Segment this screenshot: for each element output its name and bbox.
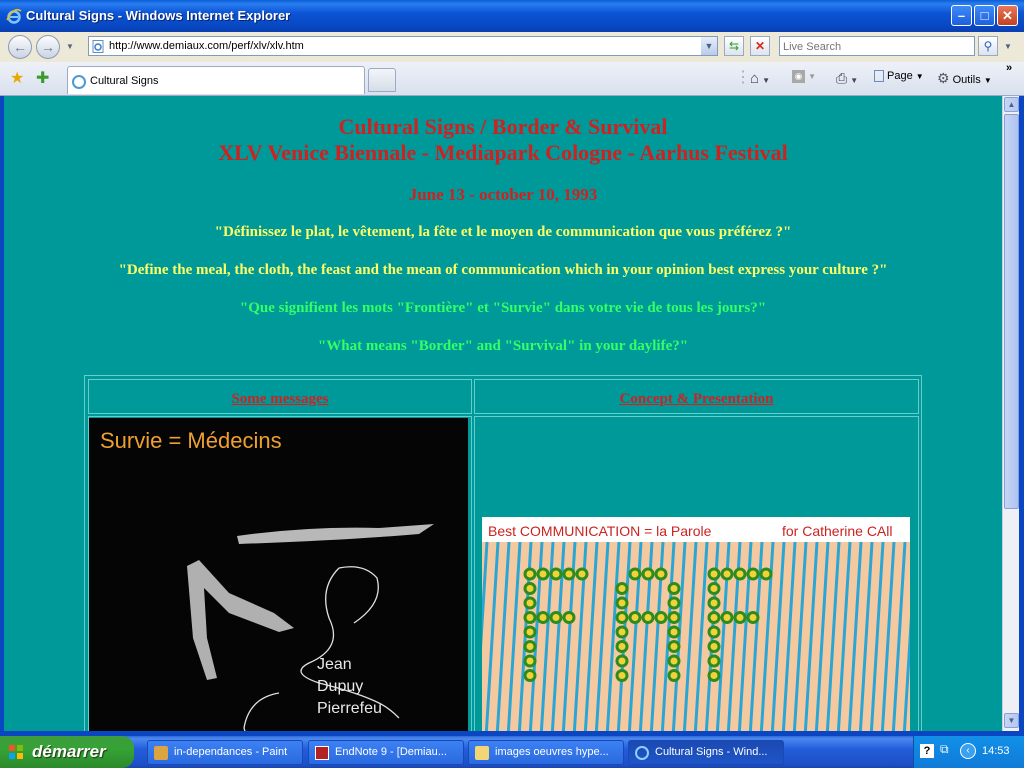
page-menu-label: Page xyxy=(887,70,913,82)
page-dates: June 13 - october 10, 1993 xyxy=(408,185,598,204)
rss-feed-icon: ◉ xyxy=(792,70,805,83)
taskbar-item-ie[interactable]: Cultural Signs - Wind... xyxy=(628,740,784,765)
search-options-icon[interactable]: ▼ xyxy=(1004,42,1012,51)
minimize-button[interactable]: – xyxy=(951,5,972,26)
address-bar[interactable]: http://www.demiaux.com/perf/xlv/xlv.htm … xyxy=(88,36,718,56)
help-icon[interactable]: ? xyxy=(920,744,934,758)
taskbar-item-paint[interactable]: in-dependances - Paint xyxy=(147,740,303,765)
dot-pattern-illustration xyxy=(482,542,910,731)
search-input[interactable] xyxy=(783,39,968,55)
artist-name-line2: Dupuy xyxy=(317,678,364,695)
print-button[interactable]: ⎙ ▼ xyxy=(836,70,858,87)
taskbar-item-endnote[interactable]: EndNote 9 - [Demiau... xyxy=(308,740,464,765)
artwork-caption-right: for Catherine CAll xyxy=(782,523,893,539)
artwork-best-communication[interactable]: Best COMMUNICATION = la Parole for Cathe… xyxy=(482,517,910,731)
start-button[interactable]: démarrer xyxy=(0,736,134,768)
refresh-icon: ⇆ xyxy=(728,39,740,53)
some-messages-link[interactable]: Some messages xyxy=(89,391,471,408)
system-tray: ? ⧉ ‹ 14:53 xyxy=(913,736,1024,768)
artist-name-line3: Pierrefeu xyxy=(317,700,382,717)
display-icon[interactable]: ⧉ xyxy=(940,742,949,757)
page-subtitle: XLV Venice Biennale - Mediapark Cologne … xyxy=(218,140,788,165)
address-dropdown-icon[interactable]: ▼ xyxy=(701,37,717,55)
bandage-shapes-illustration xyxy=(187,524,434,731)
forward-arrow-icon: → xyxy=(41,39,55,55)
vertical-scrollbar[interactable]: ▲ ▼ xyxy=(1002,96,1019,731)
artwork-survie-medecins[interactable]: Survie = Médecins Jean Dupuy Pierrefeu xyxy=(89,418,468,731)
tools-menu-label: Outils xyxy=(952,74,981,86)
taskbar-item-label: Cultural Signs - Wind... xyxy=(655,746,768,758)
start-label: démarrer xyxy=(32,742,106,761)
taskbar-item-label: images oeuvres hype... xyxy=(495,746,609,758)
address-url[interactable]: http://www.demiaux.com/perf/xlv/xlv.htm xyxy=(109,40,304,52)
forward-button[interactable]: → xyxy=(36,35,60,59)
address-toolbar: ← → ▼ http://www.demiaux.com/perf/xlv/xl… xyxy=(0,32,1024,62)
refresh-button[interactable]: ⇆ xyxy=(724,36,744,56)
endnote-icon xyxy=(315,746,329,760)
tab-label: Cultural Signs xyxy=(90,75,159,87)
tab-cultural-signs[interactable]: Cultural Signs xyxy=(67,66,365,94)
taskbar-item-folder[interactable]: images oeuvres hype... xyxy=(468,740,624,765)
toolbar-overflow-icon[interactable]: » xyxy=(1006,62,1012,74)
page-content: Cultural Signs / Border & Survival XLV V… xyxy=(4,96,1002,731)
page-menu[interactable]: Page ▼ xyxy=(874,70,924,83)
window-title: Cultural Signs - Windows Internet Explor… xyxy=(26,8,291,23)
home-icon: ⌂ xyxy=(750,70,760,87)
ie-logo-icon xyxy=(6,8,22,24)
stop-icon: ✕ xyxy=(754,39,766,53)
page-title: Cultural Signs / Border & Survival xyxy=(338,114,668,139)
tray-expand-icon[interactable]: ‹ xyxy=(960,743,976,759)
scroll-down-icon[interactable]: ▼ xyxy=(1004,713,1019,728)
page-menu-icon xyxy=(874,70,884,83)
question-fr-1: "Définissez le plat, le vêtement, la fêt… xyxy=(214,224,792,240)
search-icon: ⚲ xyxy=(983,39,993,53)
folder-icon xyxy=(475,746,489,760)
ie-icon xyxy=(635,746,649,760)
scrollbar-thumb[interactable] xyxy=(1004,114,1019,509)
windows-logo-icon xyxy=(9,745,23,759)
artwork-caption-left: Best COMMUNICATION = la Parole xyxy=(488,523,712,539)
maximize-button[interactable]: □ xyxy=(974,5,995,26)
home-button[interactable]: ⌂ ▼ xyxy=(750,70,770,87)
scroll-up-icon[interactable]: ▲ xyxy=(1004,97,1019,112)
tab-loading-icon xyxy=(72,75,86,89)
question-fr-2: "Que signifient les mots "Frontière" et … xyxy=(239,300,767,316)
favorites-star-icon[interactable]: ★ xyxy=(10,68,24,88)
gear-icon: ⚙ xyxy=(937,70,950,86)
question-en-2: "What means "Border" and "Survival" in y… xyxy=(317,338,689,354)
taskbar-item-label: in-dependances - Paint xyxy=(174,746,288,758)
page-icon xyxy=(92,40,104,53)
search-button[interactable]: ⚲ xyxy=(978,36,998,56)
history-dropdown-icon[interactable]: ▼ xyxy=(66,42,74,51)
toolbar-grip: ⋮ xyxy=(735,69,751,86)
tools-menu[interactable]: ⚙ Outils ▼ xyxy=(937,70,992,87)
window-title-bar[interactable]: Cultural Signs - Windows Internet Explor… xyxy=(0,0,1024,32)
question-en-1: "Define the meal, the cloth, the feast a… xyxy=(118,262,888,278)
back-button[interactable]: ← xyxy=(8,35,32,59)
back-arrow-icon: ← xyxy=(13,39,27,55)
clock: 14:53 xyxy=(982,745,1010,757)
paint-icon xyxy=(154,746,168,760)
taskbar: démarrer in-dependances - Paint EndNote … xyxy=(0,736,1024,768)
add-favorites-icon[interactable]: ✚ xyxy=(36,68,49,88)
printer-icon: ⎙ xyxy=(836,70,848,86)
new-tab-button[interactable] xyxy=(368,68,396,92)
taskbar-item-label: EndNote 9 - [Demiau... xyxy=(335,746,447,758)
artist-name-line1: Jean xyxy=(317,656,352,673)
tab-toolbar: ★ ✚ Cultural Signs ⋮ ⌂ ▼ ◉ ▼ ⎙ ▼ Page ▼ … xyxy=(0,62,1024,96)
window-frame-right xyxy=(1019,96,1024,736)
search-box[interactable] xyxy=(779,36,975,56)
close-button[interactable]: ✕ xyxy=(997,5,1018,26)
concept-presentation-link[interactable]: Concept & Presentation xyxy=(475,391,918,408)
table-cell-messages: Some messages xyxy=(88,379,472,414)
table-cell-concept: Concept & Presentation xyxy=(474,379,919,414)
feeds-button[interactable]: ◉ ▼ xyxy=(792,70,816,83)
stop-button[interactable]: ✕ xyxy=(750,36,770,56)
